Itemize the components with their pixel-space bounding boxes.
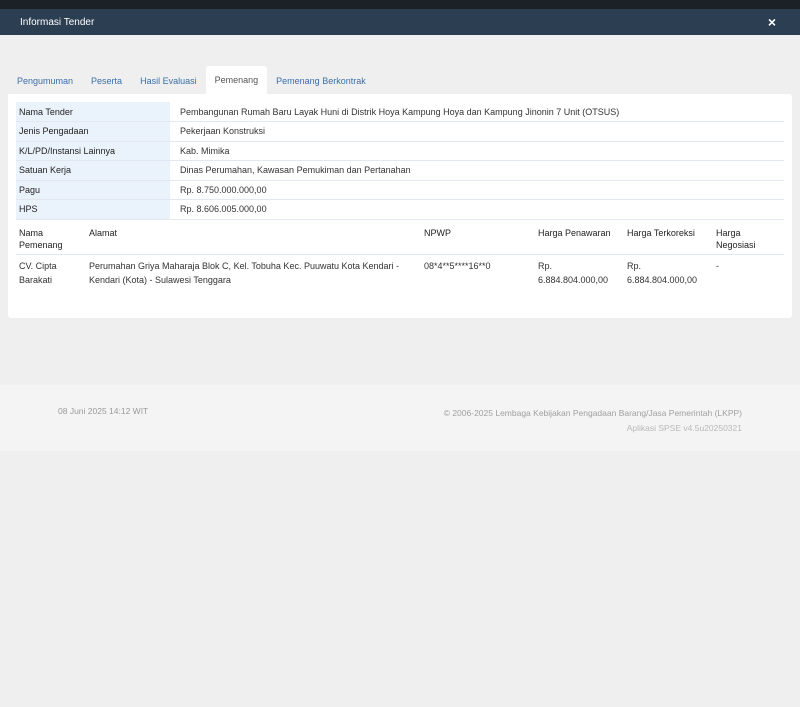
info-row-nama-tender: Nama Tender Pembangunan Rumah Baru Layak…	[16, 102, 784, 122]
tender-info-table: Nama Tender Pembangunan Rumah Baru Layak…	[16, 102, 784, 220]
info-label: Jenis Pengadaan	[16, 121, 170, 142]
footer-version: Aplikasi SPSE v4.5u20250321	[626, 423, 742, 433]
info-value: Pembangunan Rumah Baru Layak Huni di Dis…	[170, 102, 784, 122]
browser-top-strip	[0, 0, 800, 9]
info-row-satuan-kerja: Satuan Kerja Dinas Perumahan, Kawasan Pe…	[16, 160, 784, 181]
info-label: HPS	[16, 199, 170, 220]
info-value: Kab. Mimika	[170, 141, 784, 161]
info-row-pagu: Pagu Rp. 8.750.000.000,00	[16, 180, 784, 200]
cell-text: 6.884.804.000,00	[538, 274, 609, 285]
col-harga-negosiasi: Harga Negosiasi	[713, 221, 784, 255]
cell-nama-pemenang: CV. Cipta Barakati	[16, 254, 86, 291]
cell-text: Barakati	[19, 274, 53, 285]
info-row-jenis-pengadaan: Jenis Pengadaan Pekerjaan Konstruksi	[16, 121, 784, 142]
info-value: Rp. 8.750.000.000,00	[170, 180, 784, 200]
info-label: Pagu	[16, 180, 170, 200]
header-text: Harga	[716, 227, 741, 238]
tab-hasil-evaluasi[interactable]: Hasil Evaluasi	[131, 68, 206, 94]
modal-title: Informasi Tender	[20, 16, 95, 28]
header-text: Nama	[19, 227, 44, 238]
info-row-instansi: K/L/PD/Instansi Lainnya Kab. Mimika	[16, 141, 784, 161]
winner-table: Nama Pemenang Alamat NPWP Harga Penawara…	[16, 221, 784, 291]
info-value: Pekerjaan Konstruksi	[170, 121, 784, 142]
winner-table-header: Nama Pemenang Alamat NPWP Harga Penawara…	[16, 221, 784, 255]
cell-text: Perumahan Griya Maharaja Blok C, Kel. To…	[89, 260, 400, 271]
col-harga-terkoreksi: Harga Terkoreksi	[624, 221, 713, 255]
cell-harga-terkoreksi: Rp. 6.884.804.000,00	[624, 254, 713, 291]
tab-panel-pemenang: Nama Tender Pembangunan Rumah Baru Layak…	[8, 94, 792, 318]
tab-pemenang[interactable]: Pemenang	[205, 66, 268, 94]
footer-date: 08 Juni 2025 14:12 WIT	[58, 406, 149, 416]
info-label: Nama Tender	[16, 102, 170, 122]
footer-copyright-block: © 2006-2025 Lembaga Kebijakan Pengadaan …	[444, 406, 742, 436]
col-harga-penawaran: Harga Penawaran	[535, 221, 624, 255]
cell-text: Rp.	[627, 260, 642, 271]
close-icon[interactable]: ×	[768, 15, 776, 29]
cell-text: CV. Cipta	[19, 260, 57, 271]
cell-text: Kendari (Kota) - Sulawesi Tenggara	[89, 274, 231, 285]
header-text: Pemenang	[19, 239, 63, 250]
col-nama-pemenang: Nama Pemenang	[16, 221, 86, 255]
cell-npwp: 08*4**5****16**0	[424, 260, 491, 271]
cell-text: Rp.	[538, 260, 553, 271]
info-value: Rp. 8.606.005.000,00	[170, 199, 784, 220]
tab-pengumuman[interactable]: Pengumuman	[8, 68, 82, 94]
header-text: Negosiasi	[716, 239, 756, 250]
tab-peserta[interactable]: Peserta	[82, 68, 131, 94]
cell-harga-penawaran: Rp. 6.884.804.000,00	[535, 254, 624, 291]
table-row: CV. Cipta Barakati Perumahan Griya Mahar…	[16, 254, 784, 291]
info-row-hps: HPS Rp. 8.606.005.000,00	[16, 199, 784, 220]
col-npwp: NPWP	[421, 221, 535, 255]
modal-header: Informasi Tender ×	[0, 9, 800, 35]
info-value: Dinas Perumahan, Kawasan Pemukiman dan P…	[170, 160, 784, 181]
info-label: K/L/PD/Instansi Lainnya	[16, 141, 170, 161]
footer-copyright: © 2006-2025 Lembaga Kebijakan Pengadaan …	[443, 408, 742, 418]
col-alamat: Alamat	[86, 221, 421, 255]
cell-alamat: Perumahan Griya Maharaja Blok C, Kel. To…	[86, 254, 421, 291]
cell-text: 6.884.804.000,00	[627, 274, 698, 285]
tab-bar: Pengumuman Peserta Hasil Evaluasi Pemena…	[8, 66, 375, 94]
tab-pemenang-berkontrak[interactable]: Pemenang Berkontrak	[267, 68, 375, 94]
cell-harga-negosiasi: -	[716, 260, 719, 271]
info-label: Satuan Kerja	[16, 160, 170, 181]
